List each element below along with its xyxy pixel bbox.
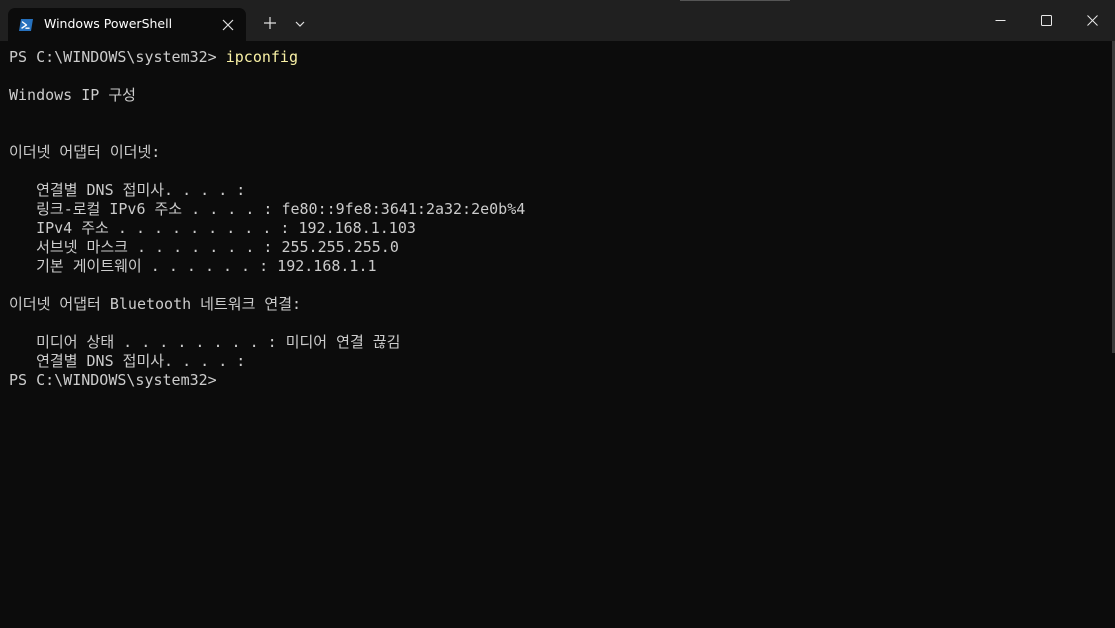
output-line: 링크-로컬 IPv6 주소 . . . . : fe80::9fe8:3641:… <box>9 200 526 218</box>
maximize-button[interactable] <box>1023 0 1069 41</box>
powershell-icon <box>18 17 34 33</box>
powershell-window: Windows PowerShell PS C:\WINDOWS\system3… <box>0 0 1115 628</box>
adapter-bluetooth-header: 이더넷 어댑터 Bluetooth 네트워크 연결: <box>9 295 302 313</box>
output-line: 서브넷 마스크 . . . . . . . : 255.255.255.0 <box>9 238 399 256</box>
tab-dropdown-button[interactable] <box>290 14 310 34</box>
close-icon <box>222 19 234 31</box>
title-bar-edge <box>680 0 790 1</box>
close-tab-button[interactable] <box>218 15 238 35</box>
output-line: 연결별 DNS 접미사. . . . : <box>9 352 246 370</box>
new-tab-button[interactable] <box>259 12 281 34</box>
output-line: 미디어 상태 . . . . . . . . : 미디어 연결 끊김 <box>9 333 401 351</box>
tab-title: Windows PowerShell <box>44 16 173 31</box>
tab-windows-powershell[interactable]: Windows PowerShell <box>8 8 246 41</box>
output-line: 연결별 DNS 접미사. . . . : <box>9 181 246 199</box>
terminal-output[interactable]: PS C:\WINDOWS\system32> ipconfig Windows… <box>9 48 1104 618</box>
maximize-icon <box>1041 15 1052 26</box>
ip-config-header: Windows IP 구성 <box>9 86 136 104</box>
output-line: IPv4 주소 . . . . . . . . . : 192.168.1.10… <box>9 219 416 237</box>
minimize-icon <box>995 20 1006 21</box>
title-bar[interactable]: Windows PowerShell <box>0 0 1115 41</box>
adapter-ethernet-header: 이더넷 어댑터 이더넷: <box>9 143 161 161</box>
output-line: 기본 게이트웨이 . . . . . . : 192.168.1.1 <box>9 257 377 275</box>
chevron-down-icon <box>295 21 305 27</box>
prompt-line: PS C:\WINDOWS\system32> <box>9 371 217 389</box>
prompt: PS C:\WINDOWS\system32> <box>9 48 226 66</box>
minimize-button[interactable] <box>977 0 1023 41</box>
prompt-line: PS C:\WINDOWS\system32> ipconfig <box>9 48 1104 67</box>
close-window-button[interactable] <box>1069 0 1115 41</box>
command-text: ipconfig <box>225 48 298 66</box>
close-icon <box>1087 15 1098 26</box>
plus-icon <box>264 17 276 29</box>
